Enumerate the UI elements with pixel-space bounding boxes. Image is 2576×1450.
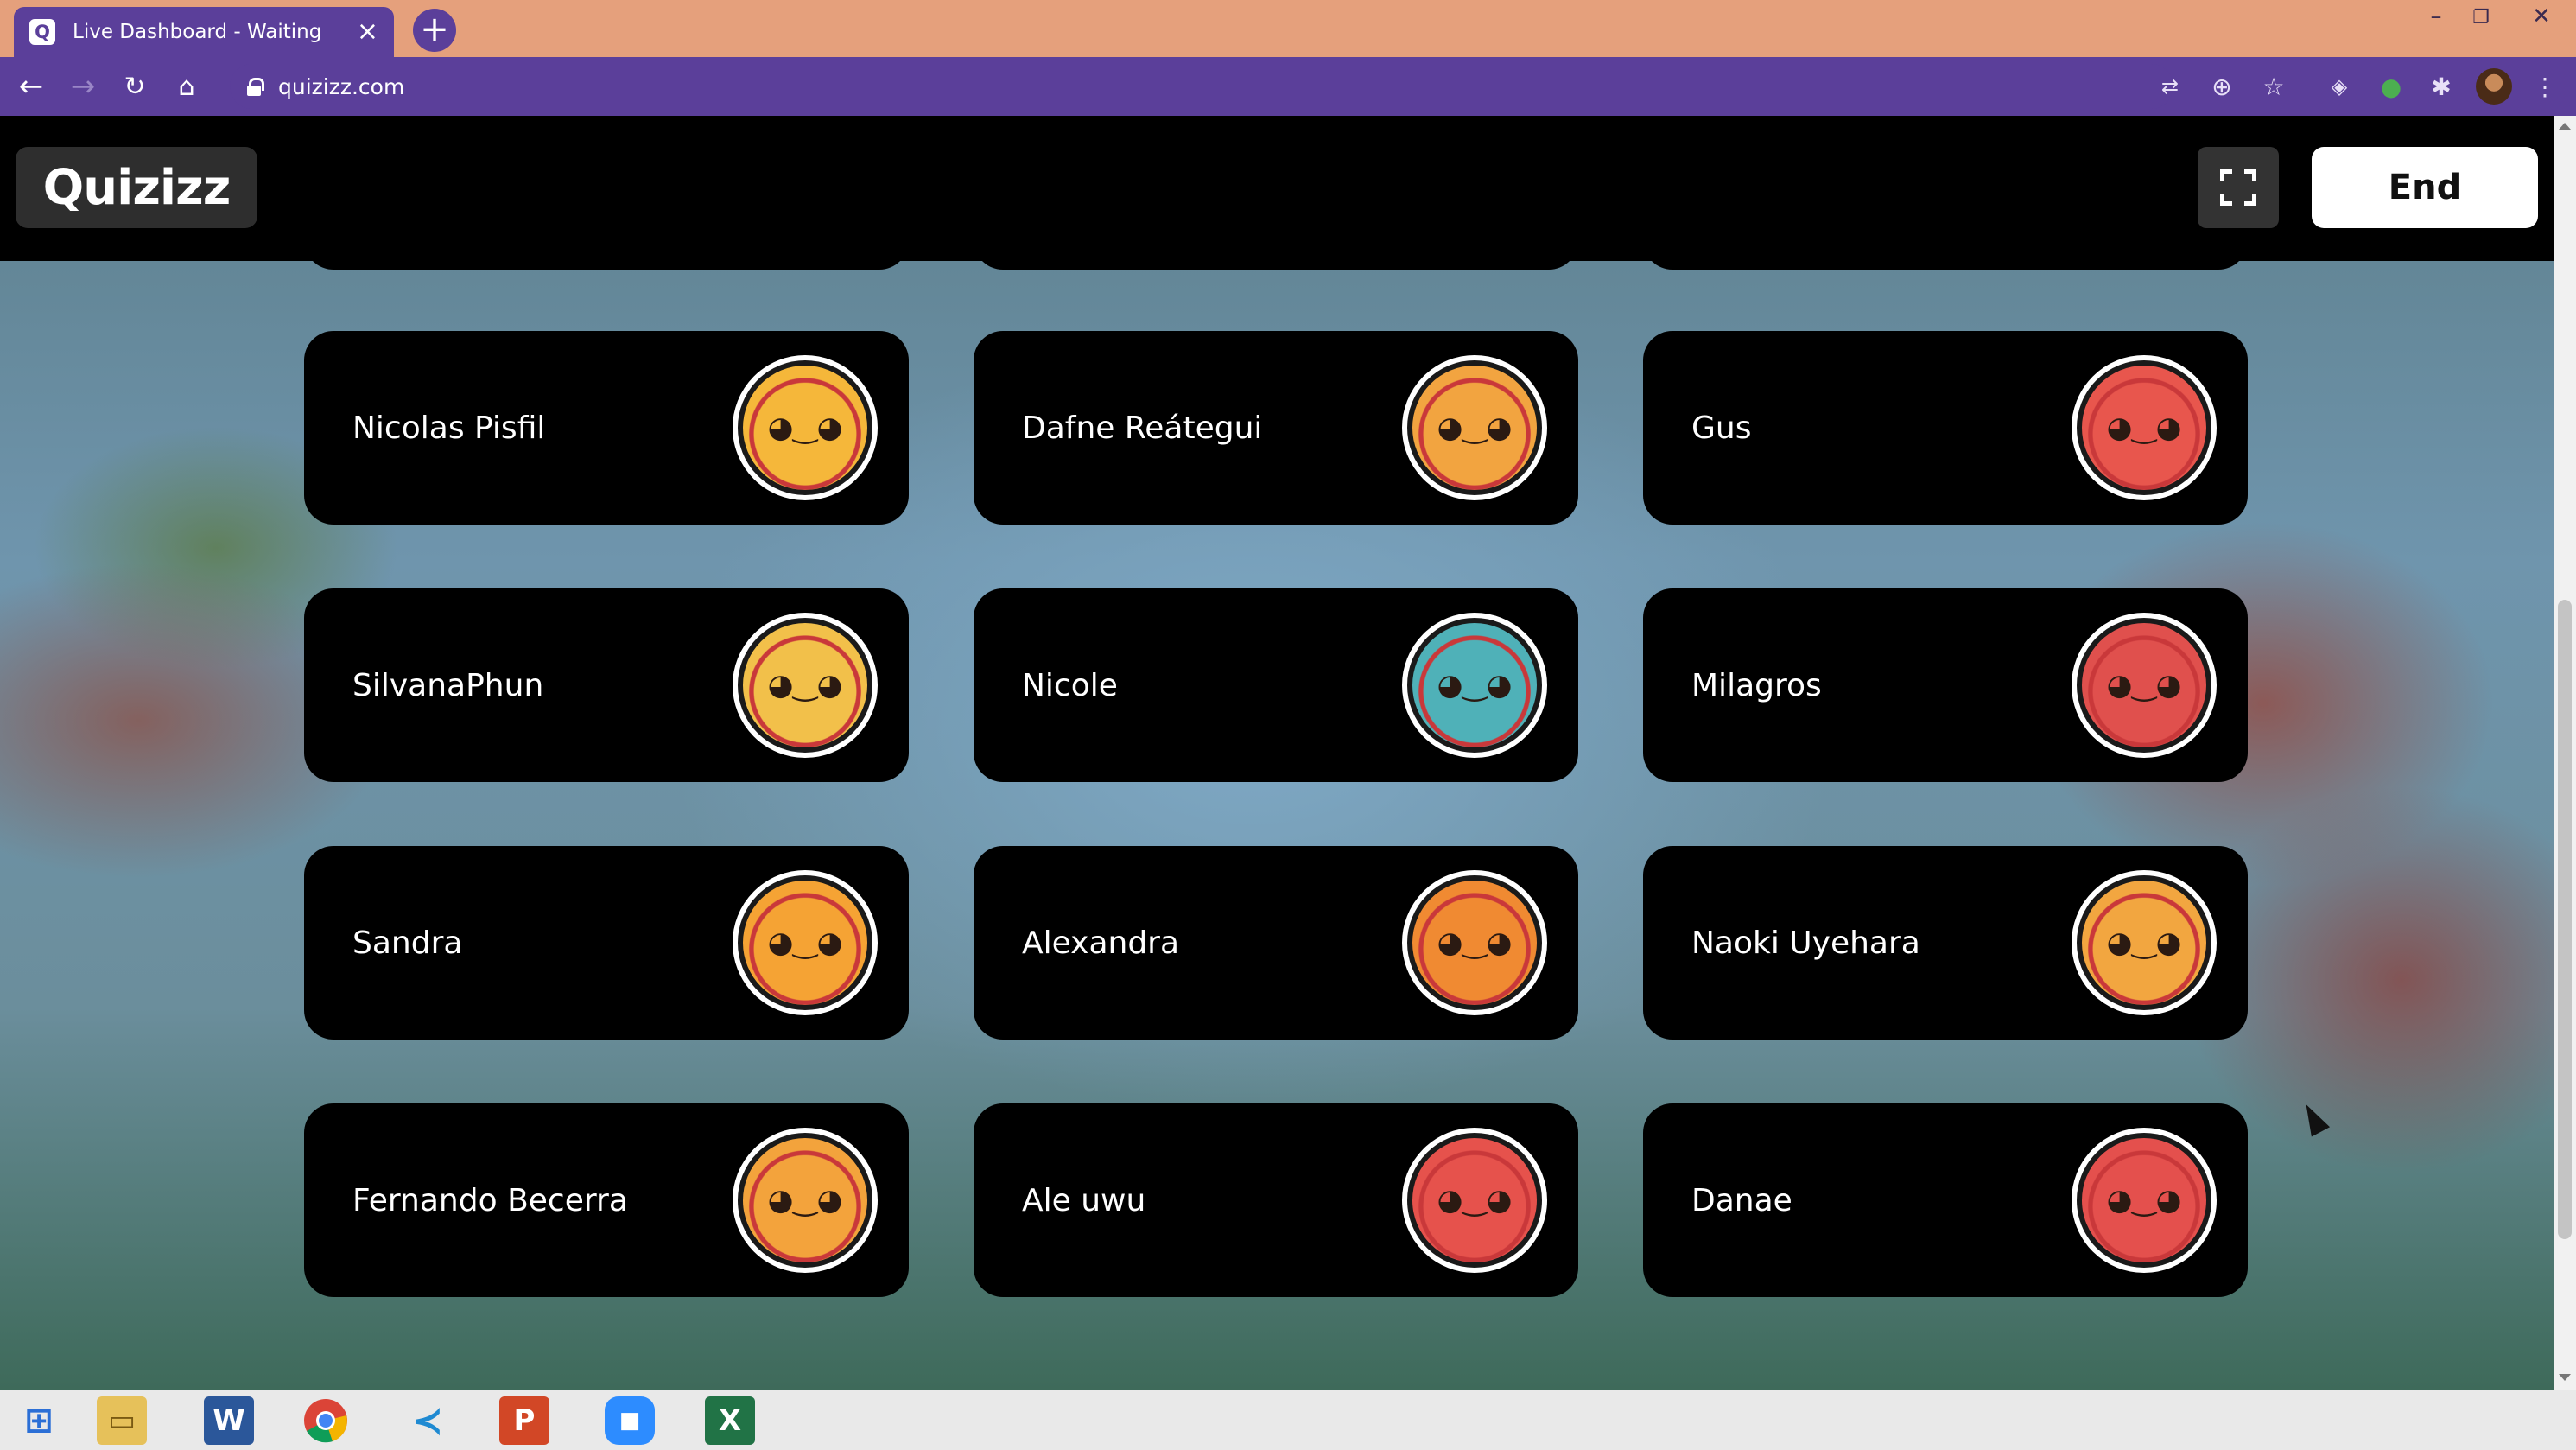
url-text[interactable]: quizizz.com	[278, 74, 404, 99]
lightbulb-avatar-icon: ◕‿◕	[1402, 355, 1547, 500]
powerpoint-icon[interactable]: P	[499, 1396, 549, 1445]
end-game-button[interactable]: End	[2312, 147, 2538, 228]
bee-avatar-icon: ◕‿◕	[733, 1128, 878, 1273]
dragon-avatar-icon: ◕‿◕	[1402, 870, 1547, 1015]
player-name: Gus	[1691, 410, 1752, 446]
player-card[interactable]: Naoki Uyehara ◕‿◕	[1643, 846, 2248, 1040]
player-card[interactable]: Nicolas Pisfil ◕‿◕	[304, 331, 909, 525]
browser-tabstrip: Q Live Dashboard - Waiting × + – ❐ ✕	[0, 0, 2576, 57]
chrome-icon[interactable]	[301, 1396, 351, 1445]
avatar-face-icon: ◕‿◕	[1437, 410, 1513, 445]
forward-arrow-icon[interactable]: →	[62, 66, 104, 107]
player-card[interactable]: Gus ◕‿◕	[1643, 331, 2248, 525]
player-name: Danae	[1691, 1182, 1792, 1218]
browser-toolbar: ← → ↻ ⌂ quizizz.com ⇄ ⊕ ☆ ◈ ● ✱ ⋮	[0, 57, 2576, 116]
avatar-face-icon: ◕‿◕	[2106, 925, 2182, 960]
player-card[interactable]: Ale uwu ◕‿◕	[974, 1103, 1578, 1297]
player-card[interactable]: Dafne Reátegui ◕‿◕	[974, 331, 1578, 525]
word-icon[interactable]: W	[204, 1396, 254, 1445]
scrollbar-thumb[interactable]	[2558, 600, 2572, 1239]
new-tab-button[interactable]: +	[413, 9, 456, 52]
player-name: Fernando Becerra	[352, 1182, 628, 1218]
player-card[interactable]: Danae ◕‿◕	[1643, 1103, 2248, 1297]
windows-taskbar: ⊞ ▭ W ≺ P ■ X	[0, 1390, 2576, 1450]
raccoon-avatar-icon: ◕‿◕	[2072, 613, 2217, 758]
close-window-icon[interactable]: ✕	[2516, 3, 2567, 29]
player-name: Sandra	[352, 925, 463, 961]
address-bar[interactable]: quizizz.com	[230, 64, 2173, 109]
quizizz-page: Quizizz End Vivian◕‿◕Jimena◕‿◕Cristina◕‿…	[0, 116, 2554, 1390]
extension-icon[interactable]: ◈	[2322, 69, 2357, 104]
home-icon[interactable]: ⌂	[166, 66, 207, 107]
player-name: Alexandra	[1022, 925, 1180, 961]
fullscreen-button[interactable]	[2198, 147, 2279, 228]
dino-teal-avatar-icon: ◕‿◕	[1402, 613, 1547, 758]
zoom-icon[interactable]: ⊕	[2205, 69, 2239, 104]
browser-menu-icon[interactable]: ⋮	[2528, 69, 2562, 104]
avatar-face-icon: ◕‿◕	[767, 668, 843, 703]
fullscreen-icon	[2220, 169, 2256, 206]
player-card[interactable]: Sandra ◕‿◕	[304, 846, 909, 1040]
jellyfish-avatar-icon: ◕‿◕	[2072, 1128, 2217, 1273]
avatar-face-icon: ◕‿◕	[1437, 925, 1513, 960]
player-name: Ale uwu	[1022, 1182, 1146, 1218]
translate-icon[interactable]: ⇄	[2153, 69, 2187, 104]
browser-tab-active[interactable]: Q Live Dashboard - Waiting ×	[14, 7, 394, 57]
back-arrow-icon[interactable]: ←	[10, 66, 52, 107]
page-scrollbar[interactable]	[2554, 116, 2576, 1390]
extensions-puzzle-icon[interactable]: ✱	[2424, 69, 2459, 104]
avatar-face-icon: ◕‿◕	[2106, 1183, 2182, 1218]
tab-title: Live Dashboard - Waiting	[73, 21, 322, 43]
profile-avatar[interactable]	[2476, 68, 2512, 105]
unicorn-avatar-icon: ◕‿◕	[2072, 870, 2217, 1015]
avatar-face-icon: ◕‿◕	[2106, 668, 2182, 703]
player-card[interactable]: Alexandra ◕‿◕	[974, 846, 1578, 1040]
vscode-icon[interactable]: ≺	[403, 1396, 453, 1445]
player-card[interactable]: Fernando Becerra ◕‿◕	[304, 1103, 909, 1297]
avatar-face-icon: ◕‿◕	[1437, 668, 1513, 703]
player-name: Nicole	[1022, 667, 1118, 703]
excel-icon[interactable]: X	[705, 1396, 755, 1445]
flask-avatar-icon: ◕‿◕	[2072, 355, 2217, 500]
scroll-down-arrow-icon[interactable]	[2559, 1374, 2571, 1381]
player-name: Nicolas Pisfil	[352, 410, 546, 446]
player-name: Dafne Reátegui	[1022, 410, 1263, 446]
extension-badge-icon[interactable]: ●	[2374, 69, 2408, 104]
lock-icon[interactable]	[247, 78, 264, 96]
knight-avatar-icon: ◕‿◕	[733, 613, 878, 758]
player-card[interactable]: Milagros ◕‿◕	[1643, 588, 2248, 782]
player-card[interactable]: Nicole ◕‿◕	[974, 588, 1578, 782]
reload-icon[interactable]: ↻	[114, 66, 155, 107]
crab-avatar-icon: ◕‿◕	[733, 870, 878, 1015]
avatar-face-icon: ◕‿◕	[2106, 410, 2182, 445]
avatar-face-icon: ◕‿◕	[767, 410, 843, 445]
app-header: Quizizz End	[0, 116, 2554, 261]
quizizz-favicon: Q	[29, 19, 55, 45]
quizizz-logo: Quizizz	[16, 147, 257, 228]
bookmark-star-icon[interactable]: ☆	[2256, 69, 2291, 104]
avatar-face-icon: ◕‿◕	[767, 925, 843, 960]
player-card[interactable]: SilvanaPhun ◕‿◕	[304, 588, 909, 782]
jar-monster-avatar-icon: ◕‿◕	[1402, 1128, 1547, 1273]
scroll-up-arrow-icon[interactable]	[2559, 123, 2571, 130]
minimize-window-icon[interactable]: –	[2410, 3, 2462, 29]
avatar-face-icon: ◕‿◕	[767, 1183, 843, 1218]
windows-start-icon[interactable]: ⊞	[14, 1396, 64, 1445]
masked-cat-avatar-icon: ◕‿◕	[733, 355, 878, 500]
player-name: Milagros	[1691, 667, 1822, 703]
avatar-face-icon: ◕‿◕	[1437, 1183, 1513, 1218]
file-explorer-icon[interactable]: ▭	[97, 1396, 147, 1445]
player-name: Naoki Uyehara	[1691, 925, 1920, 961]
zoom-app-icon[interactable]: ■	[605, 1396, 655, 1445]
restore-window-icon[interactable]: ❐	[2455, 7, 2507, 29]
tab-close-icon[interactable]: ×	[357, 19, 378, 45]
player-name: SilvanaPhun	[352, 667, 544, 703]
